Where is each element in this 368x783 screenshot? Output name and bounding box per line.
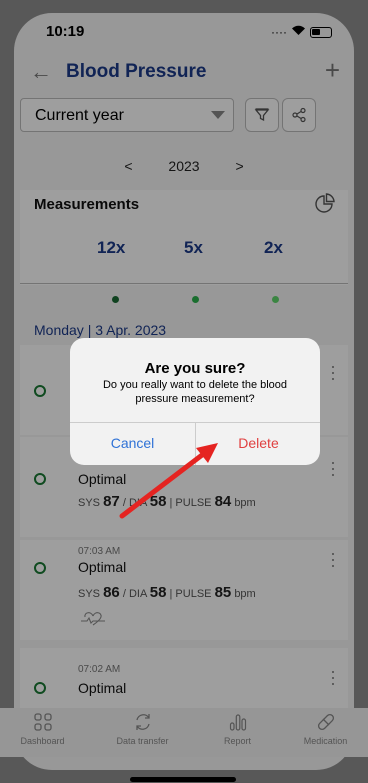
annotation-arrow-icon [119, 443, 218, 519]
